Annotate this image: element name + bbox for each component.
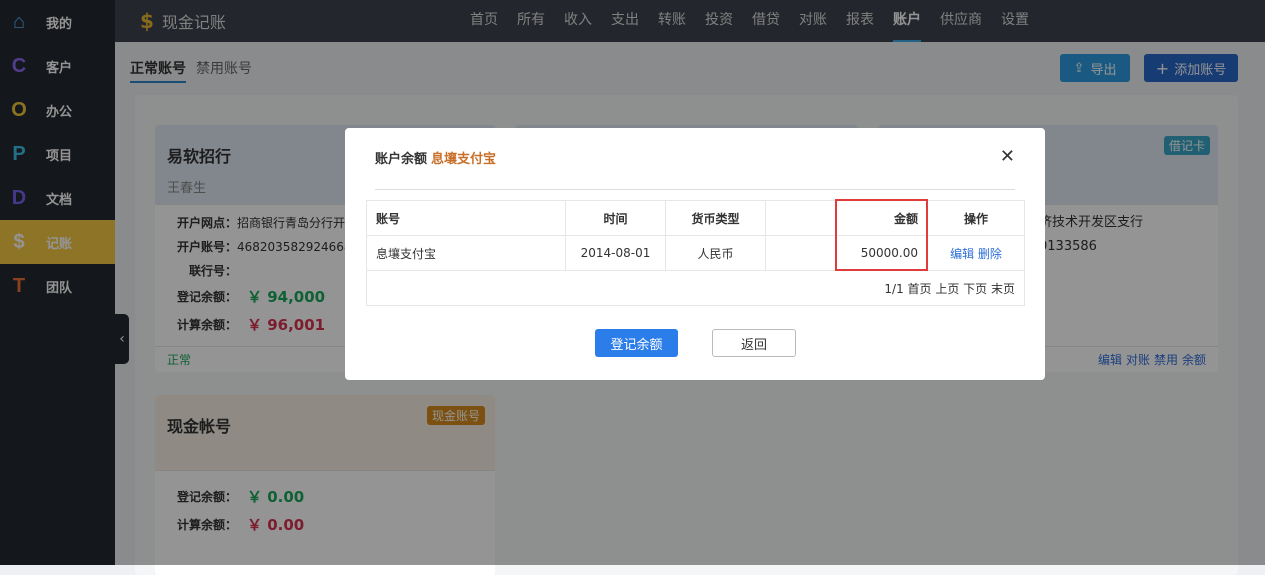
delete-link[interactable]: 删除 bbox=[978, 247, 1002, 261]
cell-date: 2014-08-01 bbox=[565, 235, 666, 271]
cell-currency: 人民币 bbox=[665, 235, 766, 271]
pagination[interactable]: 1/1 首页 上页 下页 末页 bbox=[366, 270, 1025, 306]
register-balance-button[interactable]: 登记余额 bbox=[595, 329, 678, 357]
back-button[interactable]: 返回 bbox=[712, 329, 796, 357]
cell-actions: 编辑 删除 bbox=[927, 235, 1025, 271]
account-balance-dialog: 账户余额 息壤支付宝 ✕ 账号 时间 货币类型 金额 操作 息壤支付宝 2014-… bbox=[345, 128, 1045, 380]
title-text: 账户余额 bbox=[375, 152, 428, 167]
cell-account: 息壤支付宝 bbox=[366, 235, 566, 271]
divider bbox=[375, 189, 1015, 190]
account-name: 息壤支付宝 bbox=[431, 152, 497, 167]
dialog-title: 账户余额 息壤支付宝 bbox=[375, 148, 496, 167]
close-icon[interactable]: ✕ bbox=[1000, 146, 1015, 167]
column-header: 账号 bbox=[366, 200, 566, 236]
column-header bbox=[765, 200, 836, 236]
column-header: 货币类型 bbox=[665, 200, 766, 236]
column-header: 时间 bbox=[565, 200, 666, 236]
column-header: 操作 bbox=[927, 200, 1025, 236]
edit-link[interactable]: 编辑 bbox=[950, 247, 974, 261]
cell-empty bbox=[765, 235, 836, 271]
highlight-box bbox=[835, 199, 928, 271]
